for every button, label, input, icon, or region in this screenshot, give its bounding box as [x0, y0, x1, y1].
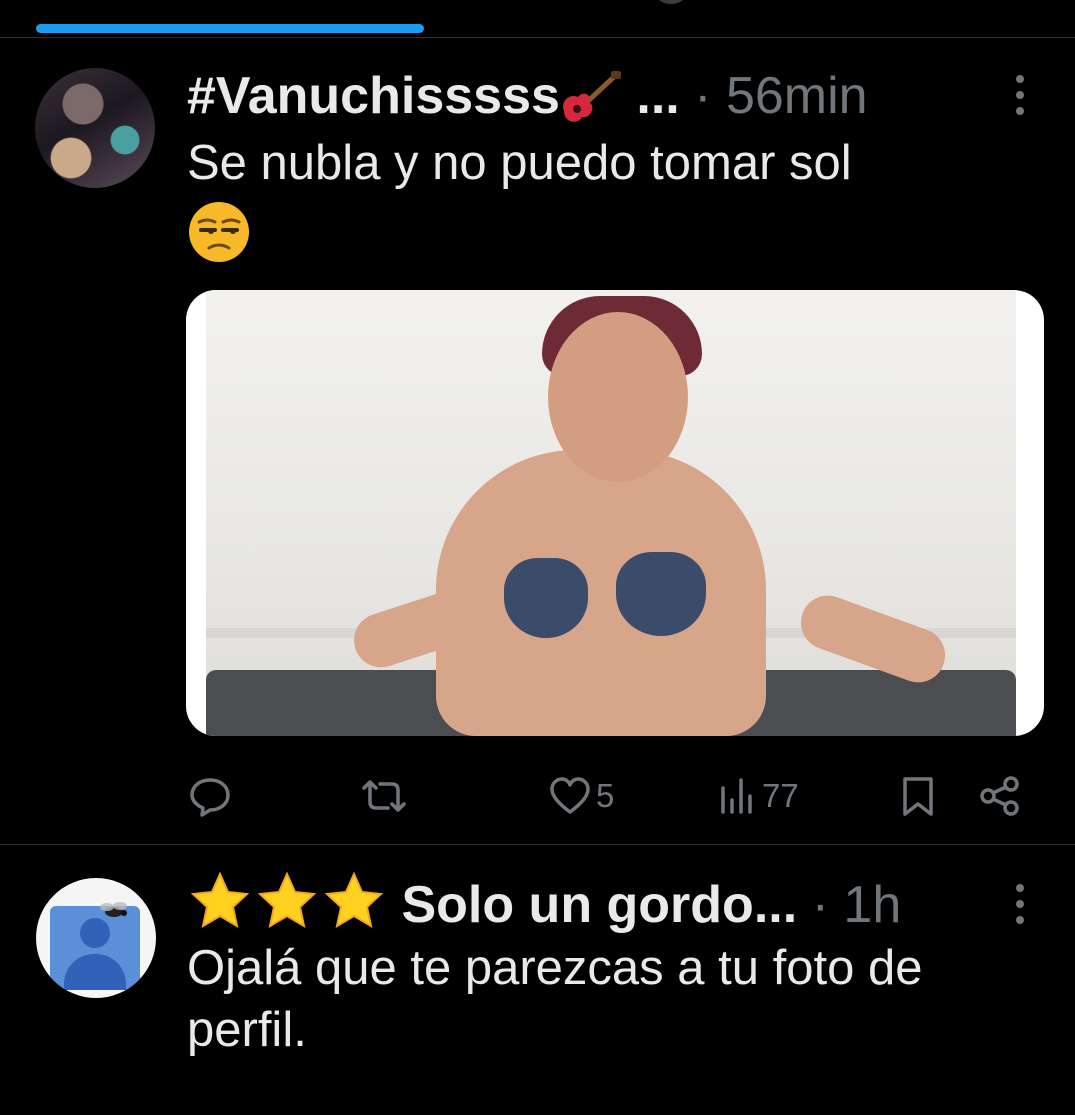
retweet-icon: [362, 780, 406, 812]
timestamp[interactable]: 1h: [843, 876, 901, 934]
like-count: 5: [596, 777, 615, 814]
share-button[interactable]: [978, 768, 1022, 824]
unamused-face-icon: [189, 202, 249, 262]
share-icon: [980, 776, 1019, 816]
tweet[interactable]: Solo un gordo... · 1h Ojalá que te parez…: [0, 845, 1075, 1115]
top-tab-bar: [0, 0, 1075, 38]
view-count: 77: [762, 777, 799, 814]
reply-button[interactable]: [188, 768, 236, 824]
fly-icon: [100, 902, 127, 917]
active-tab-indicator: [36, 24, 424, 33]
name-ellipsis: ...: [621, 67, 680, 125]
tweet-body: Se nubla y no puedo tomar sol: [187, 136, 852, 190]
timestamp[interactable]: 56min: [726, 67, 868, 125]
tweet-text: Ojalá que te parezcas a tu foto de perfi…: [187, 941, 923, 1057]
guitar-emoji-icon: [563, 71, 621, 123]
heart-icon: [550, 777, 590, 814]
tweet-media-photo[interactable]: [186, 290, 1044, 736]
more-options-icon[interactable]: [1005, 882, 1035, 926]
views-chart-icon: [721, 778, 752, 814]
views-button[interactable]: 77: [718, 768, 799, 824]
tweet-actions: 5 77: [0, 768, 1075, 824]
bookmark-icon: [903, 777, 933, 816]
more-options-icon[interactable]: [1005, 73, 1035, 117]
separator: ·: [811, 876, 829, 934]
display-name[interactable]: Solo un gordo...: [401, 876, 797, 934]
status-indicator: [657, 0, 685, 4]
tweet[interactable]: #Vanuchisssss ... · 56min Se nubla y no …: [0, 38, 1075, 844]
display-name[interactable]: #Vanuchisssss: [187, 67, 560, 125]
tweet-header: #Vanuchisssss ... · 56min: [187, 66, 868, 127]
reply-icon: [190, 778, 230, 817]
separator: ·: [694, 67, 712, 125]
retweet-button[interactable]: [358, 768, 414, 824]
tweet-header: Solo un gordo... · 1h: [187, 870, 901, 935]
avatar[interactable]: [36, 878, 156, 998]
tweet-text: Se nubla y no puedo tomar sol: [187, 132, 1037, 264]
like-button[interactable]: 5: [548, 768, 614, 824]
three-stars-emoji-icon: [190, 871, 384, 928]
avatar[interactable]: [35, 68, 155, 188]
bookmark-button[interactable]: [898, 768, 938, 824]
